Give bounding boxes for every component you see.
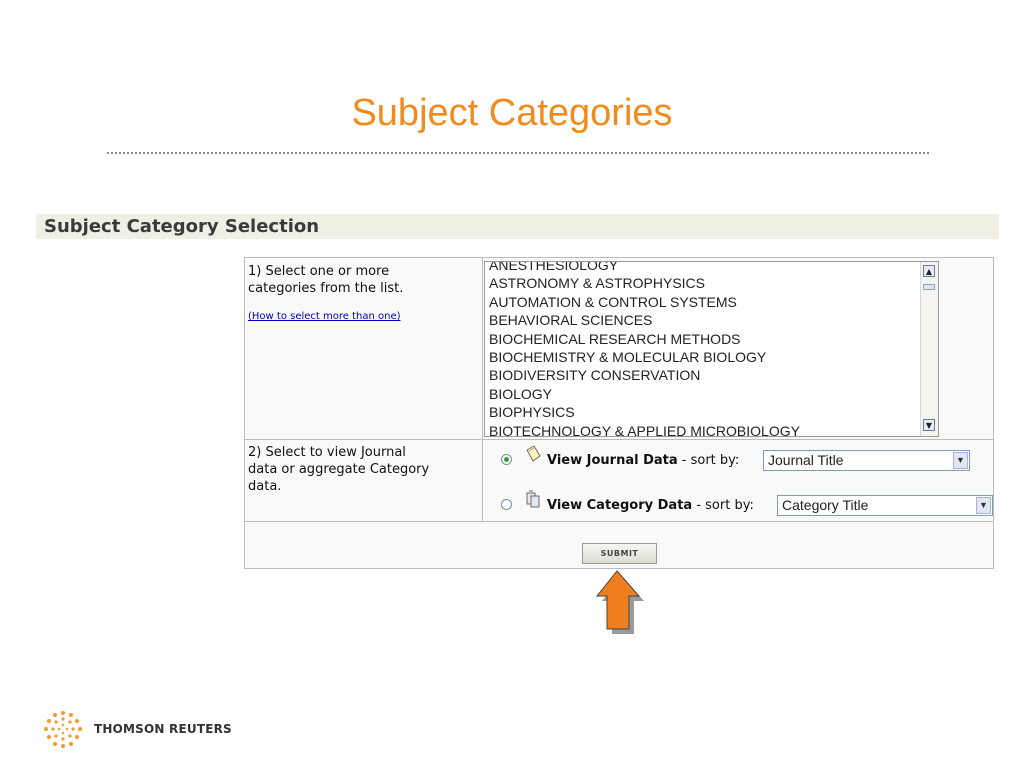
category-listbox[interactable]: ANESTHESIOLOGY ASTRONOMY & ASTROPHYSICS …: [484, 261, 939, 437]
step2-label-line3: data.: [248, 479, 282, 494]
category-list: ANESTHESIOLOGY ASTRONOMY & ASTROPHYSICS …: [489, 262, 919, 436]
list-item[interactable]: BIODIVERSITY CONSERVATION: [489, 366, 919, 384]
list-item[interactable]: ANESTHESIOLOGY: [489, 262, 919, 274]
list-item[interactable]: BIOCHEMISTRY & MOLECULAR BIOLOGY: [489, 348, 919, 366]
row-divider: [245, 521, 993, 522]
journal-option-text: View Journal Data - sort by:: [547, 453, 739, 468]
listbox-scrollbar[interactable]: ▲ ▼: [920, 262, 938, 436]
chevron-down-icon[interactable]: ▼: [953, 452, 968, 469]
category-data-radio[interactable]: [501, 499, 512, 510]
list-item[interactable]: BEHAVIORAL SCIENCES: [489, 311, 919, 329]
arrow-up-icon: [595, 570, 644, 634]
list-item[interactable]: BIOTECHNOLOGY & APPLIED MICROBIOLOGY: [489, 422, 919, 436]
scroll-up-icon[interactable]: ▲: [923, 265, 935, 277]
scroll-down-icon[interactable]: ▼: [923, 419, 935, 431]
row-divider: [245, 439, 993, 440]
submit-button[interactable]: SUBMIT: [582, 543, 657, 564]
category-option-text: View Category Data - sort by:: [547, 498, 754, 513]
help-link[interactable]: (How to select more than one): [248, 311, 401, 322]
thomson-reuters-logo: [44, 711, 82, 748]
category-sort-value: Category Title: [782, 497, 869, 513]
logo-text: THOMSON REUTERS: [94, 722, 232, 736]
step1-label-line1: 1) Select one or more: [248, 264, 390, 279]
category-icon: [526, 490, 540, 508]
list-item[interactable]: BIOLOGY: [489, 385, 919, 403]
journal-sort-select[interactable]: Journal Title ▼: [763, 450, 970, 471]
step1-label: 1) Select one or more categories from th…: [248, 263, 403, 297]
selection-panel: 1) Select one or more categories from th…: [244, 257, 994, 569]
journal-icon: [526, 445, 541, 462]
category-option-label: View Category Data: [547, 498, 693, 513]
step2-label-line2: data or aggregate Category: [248, 462, 430, 477]
step1-label-line2: categories from the list.: [248, 281, 404, 296]
title-divider: [107, 152, 929, 154]
journal-data-radio[interactable]: [501, 454, 512, 465]
slide-title: Subject Categories: [351, 92, 673, 134]
scroll-thumb[interactable]: [923, 284, 935, 290]
section-title: Subject Category Selection: [44, 216, 320, 237]
category-sort-select[interactable]: Category Title ▼: [777, 495, 993, 516]
list-item[interactable]: AUTOMATION & CONTROL SYSTEMS: [489, 293, 919, 311]
chevron-down-icon[interactable]: ▼: [976, 497, 991, 514]
journal-sort-text: - sort by:: [681, 453, 740, 468]
journal-sort-value: Journal Title: [768, 452, 844, 468]
section-header: Subject Category Selection: [36, 214, 999, 239]
list-item[interactable]: ASTRONOMY & ASTROPHYSICS: [489, 274, 919, 292]
list-item[interactable]: BIOCHEMICAL RESEARCH METHODS: [489, 330, 919, 348]
category-sort-text: - sort by:: [696, 498, 754, 513]
step2-label: 2) Select to view Journal data or aggreg…: [248, 444, 429, 495]
column-divider: [482, 258, 483, 521]
journal-option-label: View Journal Data: [547, 453, 678, 468]
list-item[interactable]: BIOPHYSICS: [489, 403, 919, 421]
step2-label-line1: 2) Select to view Journal: [248, 445, 406, 460]
